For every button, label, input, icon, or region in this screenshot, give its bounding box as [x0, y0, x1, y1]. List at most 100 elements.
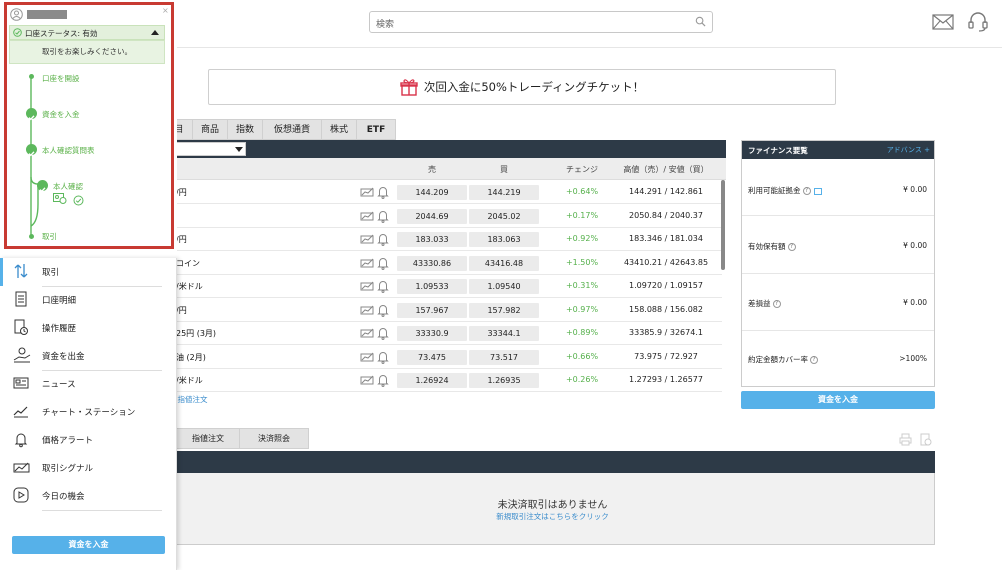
sell-price-button[interactable]: 1.26924: [397, 373, 467, 388]
signal-chart-icon[interactable]: [360, 303, 376, 317]
menu-label: チャート・ステーション: [42, 408, 136, 418]
bell-icon[interactable]: [377, 256, 389, 270]
finance-row: 利用可能証拠金? ¥ 0.00: [742, 159, 934, 216]
finance-value: ¥ 0.00: [903, 298, 927, 307]
table-scrollbar[interactable]: [721, 180, 725, 270]
tab-etf[interactable]: ETF: [356, 119, 396, 140]
buy-price-button[interactable]: 1.26935: [469, 373, 539, 388]
signal-chart-icon[interactable]: [360, 256, 376, 270]
help-icon[interactable]: ?: [787, 243, 796, 251]
col-buy: 買: [500, 165, 508, 174]
bell-icon[interactable]: [377, 279, 389, 293]
signal-chart-icon[interactable]: [360, 326, 376, 340]
sell-price-button[interactable]: 2044.69: [397, 208, 467, 224]
signal-chart-icon[interactable]: [360, 350, 376, 364]
tab-stocks[interactable]: 株式: [321, 119, 357, 140]
table-row[interactable]: 25円 (3月) 33330.9 33344.1 +0.89% 33385.9 / 32…: [170, 322, 722, 345]
tab-settlement[interactable]: 決済照会: [239, 428, 309, 449]
sidebar-deposit-button[interactable]: 資金を入金: [12, 536, 165, 554]
sell-price-button[interactable]: 43330.86: [397, 255, 467, 271]
menu-item-opportunities[interactable]: 今日の機会: [0, 482, 172, 510]
menu-label: 取引シグナル: [42, 464, 94, 474]
table-row[interactable]: 油 (2月) 73.475 73.517 +0.66% 73.975 / 72.927: [170, 345, 722, 369]
print-icon[interactable]: [899, 433, 912, 446]
search-input[interactable]: [370, 15, 670, 35]
instrument-name: コイン: [176, 258, 200, 268]
headset-icon[interactable]: [967, 11, 989, 33]
menu-item-trade[interactable]: 取引: [0, 258, 172, 286]
tab-commodities[interactable]: 商品: [192, 119, 228, 140]
bell-icon[interactable]: [377, 303, 389, 317]
sell-price-button[interactable]: 73.475: [397, 349, 467, 365]
sell-price-button[interactable]: 183.033: [397, 232, 467, 247]
menu-label: 価格アラート: [42, 436, 94, 446]
instrument-name: /円: [176, 235, 187, 244]
export-icon[interactable]: [813, 187, 822, 195]
change-value: +0.64%: [565, 187, 599, 196]
change-value: +1.50%: [565, 257, 599, 267]
table-row[interactable]: 2044.69 2045.02 +0.17% 2050.84 / 2040.37: [170, 204, 722, 228]
menu-item-statement[interactable]: 口座明細: [0, 286, 172, 314]
help-icon[interactable]: ?: [810, 356, 818, 364]
change-value: +0.31%: [565, 281, 599, 290]
tab-crypto[interactable]: 仮想通貨: [262, 119, 322, 140]
buy-price-button[interactable]: 183.063: [469, 232, 539, 247]
promo-banner[interactable]: 次回入金に50%トレーディングチケット！: [208, 69, 836, 105]
menu-item-signals[interactable]: 取引シグナル: [0, 454, 172, 482]
buy-price-button[interactable]: 33344.1: [469, 326, 539, 341]
search-box[interactable]: [369, 11, 713, 35]
table-row[interactable]: コイン 43330.86 43416.48 +1.50% 43410.21 / 4264…: [170, 251, 722, 275]
menu-item-news[interactable]: ニュース: [0, 370, 172, 398]
sell-price-button[interactable]: 1.09533: [397, 279, 467, 294]
bell-icon[interactable]: [377, 185, 389, 199]
instrument-dropdown[interactable]: [170, 142, 246, 156]
deposit-button[interactable]: 資金を入金: [741, 391, 935, 409]
table-row[interactable]: /円 144.209 144.219 +0.64% 144.291 / 142.861: [170, 181, 722, 204]
sell-price-button[interactable]: 157.967: [397, 302, 467, 318]
sell-price-button[interactable]: 144.209: [397, 185, 467, 200]
high-low-value: 1.09720 / 1.09157: [629, 281, 703, 290]
bell-icon: [14, 433, 28, 448]
signal-chart-icon[interactable]: [360, 279, 376, 293]
buy-price-button[interactable]: 73.517: [469, 349, 539, 365]
bell-icon[interactable]: [377, 350, 389, 364]
high-low-value: 1.27293 / 1.26577: [629, 375, 703, 384]
tab-indices[interactable]: 指数: [227, 119, 263, 140]
sell-price-button[interactable]: 33330.9: [397, 326, 467, 341]
menu-item-history[interactable]: 操作履歴: [0, 314, 172, 342]
menu-item-chart-station[interactable]: チャート・ステーション: [0, 398, 172, 426]
history-icon: [14, 319, 28, 335]
new-order-link[interactable]: 新規取引注文はこちらをクリック: [171, 511, 934, 522]
table-row[interactable]: /米ドル 1.09533 1.09540 +0.31% 1.09720 / 1.0915…: [170, 275, 722, 298]
advanced-link[interactable]: アドバンス +: [887, 145, 930, 155]
table-row[interactable]: /米ドル 1.26924 1.26935 +0.26% 1.27293 / 1.2657…: [170, 369, 722, 392]
buy-price-button[interactable]: 157.982: [469, 302, 539, 318]
help-icon[interactable]: ?: [802, 187, 811, 195]
highlight-frame: [4, 2, 174, 249]
buy-price-button[interactable]: 2045.02: [469, 208, 539, 224]
help-icon[interactable]: ?: [772, 300, 781, 308]
table-row[interactable]: /円 183.033 183.063 +0.92% 183.346 / 181.034: [170, 228, 722, 251]
buy-price-button[interactable]: 1.09540: [469, 279, 539, 294]
signal-chart-icon[interactable]: [360, 209, 376, 223]
bell-icon[interactable]: [377, 373, 389, 387]
buy-price-button[interactable]: 43416.48: [469, 255, 539, 271]
menu-item-withdraw[interactable]: 資金を出金: [0, 342, 172, 370]
mail-icon[interactable]: [932, 14, 954, 30]
buy-price-button[interactable]: 144.219: [469, 185, 539, 200]
signal-chart-icon[interactable]: [360, 232, 376, 246]
bell-icon[interactable]: [377, 209, 389, 223]
signal-chart-icon[interactable]: [360, 185, 376, 199]
menu-item-price-alert[interactable]: 価格アラート: [0, 426, 172, 454]
table-row[interactable]: /円 157.967 157.982 +0.97% 158.088 / 156.082: [170, 298, 722, 322]
bell-icon[interactable]: [377, 232, 389, 246]
finance-row: 有効保有額? ¥ 0.00: [742, 217, 934, 274]
signal-chart-icon[interactable]: [360, 373, 376, 387]
export-doc-icon[interactable]: [919, 433, 932, 446]
bell-icon[interactable]: [377, 326, 389, 340]
tab-limit-orders[interactable]: 指値注文: [176, 428, 240, 449]
table-toolbar: [170, 140, 726, 158]
search-icon[interactable]: [695, 16, 706, 27]
signal-icon: [13, 462, 30, 473]
instrument-name: /米ドル: [176, 376, 203, 385]
